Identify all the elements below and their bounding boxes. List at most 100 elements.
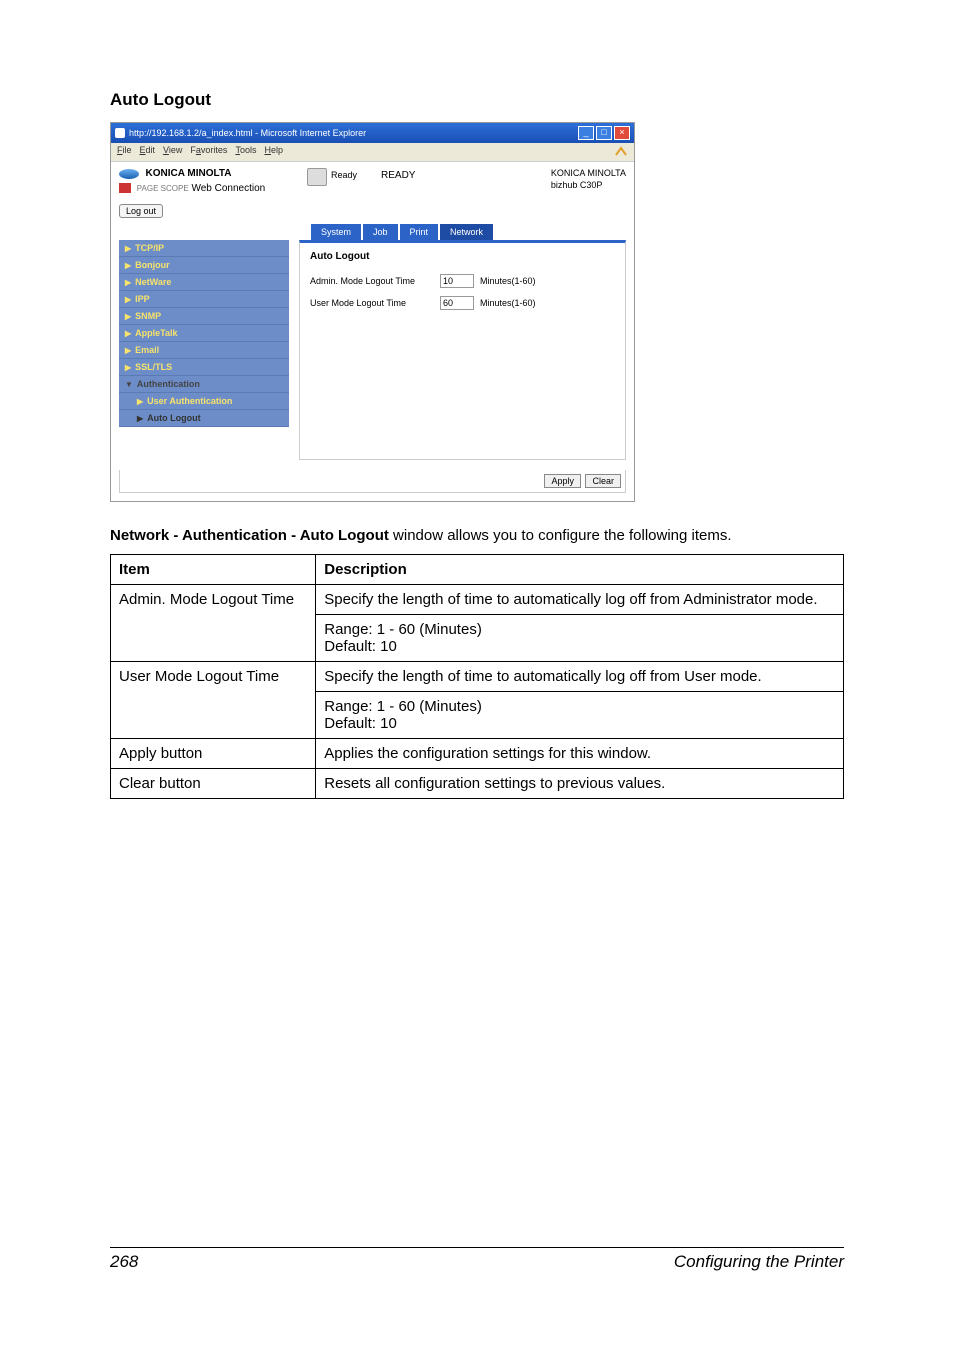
admin-logout-input[interactable] [440,274,474,288]
menubar: File Edit View Favorites Tools Help [111,143,634,162]
user-logout-unit: Minutes(1-60) [480,298,536,308]
user-logout-input[interactable] [440,296,474,310]
td-range: Range: 1 - 60 (Minutes) Default: 10 [316,692,844,739]
km-logo-icon [119,169,139,179]
clear-button[interactable]: Clear [585,474,621,488]
minimize-button[interactable]: _ [578,126,594,140]
menu-file[interactable]: File [117,145,132,159]
tab-system[interactable]: System [311,224,361,240]
td-item: Clear button [111,769,316,799]
sidebar-item-email[interactable]: ▶ Email [119,342,289,359]
page-number: 268 [110,1252,138,1272]
maximize-button[interactable]: □ [596,126,612,140]
td-item: User Mode Logout Time [111,662,316,739]
footer-title: Configuring the Printer [674,1252,844,1272]
arrow-icon: ▶ [137,414,143,423]
arrow-icon: ▶ [125,329,131,338]
sidebar-item-ipp[interactable]: ▶ IPP [119,291,289,308]
menu-favorites[interactable]: Favorites [190,145,227,159]
device-info: KONICA MINOLTA bizhub C30P [551,168,626,194]
browser-throbber-icon [614,145,628,159]
brand-text: KONICA MINOLTA [146,168,232,179]
sidebar-label: SSL/TLS [135,362,172,372]
panel-auto-logout: Auto Logout Admin. Mode Logout Time Minu… [299,240,626,460]
ie-icon [115,128,125,138]
panel-buttons: Apply Clear [119,470,626,493]
default-line: Default: 10 [324,638,835,655]
sidebar: ▶ TCP/IP ▶ Bonjour ▶ NetWare ▶ IPP ▶ SNMP ▶ Ap… [119,240,289,460]
sidebar-label: IPP [135,294,150,304]
tabs: System Job Print Network [311,224,626,240]
sidebar-item-bonjour[interactable]: ▶ Bonjour [119,257,289,274]
sidebar-label: User Authentication [147,396,232,406]
td-item: Admin. Mode Logout Time [111,585,316,662]
arrow-icon: ▶ [125,261,131,270]
menu-help[interactable]: Help [264,145,283,159]
sidebar-label: Auto Logout [147,413,200,423]
page-footer: 268 Configuring the Printer [110,1247,844,1272]
pagescope-prefix: PAGE SCOPE [137,184,189,193]
arrow-icon: ▶ [125,278,131,287]
caption-rest: window allows you to configure the follo… [389,527,732,544]
panel-title: Auto Logout [310,251,615,262]
pagescope-icon [119,183,131,193]
sidebar-label: Email [135,345,159,355]
description-table: Item Description Admin. Mode Logout Time… [110,554,844,799]
menu-tools[interactable]: Tools [235,145,256,159]
sidebar-label: NetWare [135,277,171,287]
sidebar-item-ssltls[interactable]: ▶ SSL/TLS [119,359,289,376]
device-brand: KONICA MINOLTA [551,168,626,180]
sidebar-sub-auto-logout[interactable]: ▶ Auto Logout [119,410,289,427]
default-line: Default: 10 [324,715,835,732]
apply-button[interactable]: Apply [544,474,581,488]
td-desc: Applies the configuration settings for t… [316,739,844,769]
arrow-icon: ▶ [125,346,131,355]
sidebar-item-tcpip[interactable]: ▶ TCP/IP [119,240,289,257]
webconnection-text: Web Connection [191,183,265,194]
sidebar-label: AppleTalk [135,328,177,338]
td-range: Range: 1 - 60 (Minutes) Default: 10 [316,615,844,662]
sidebar-sub-user-auth[interactable]: ▶User Authentication [119,393,289,410]
brand-row: KONICA MINOLTA [119,168,299,179]
arrow-icon: ▶ [125,244,131,253]
sidebar-label: SNMP [135,311,161,321]
device-model: bizhub C30P [551,180,626,192]
arrow-down-icon: ▼ [125,380,133,389]
caption-bold: Network - Authentication - Auto Logout [110,527,389,544]
arrow-icon: ▶ [125,312,131,321]
logout-button[interactable]: Log out [119,204,163,218]
menu-edit[interactable]: Edit [140,145,156,159]
status-ready-big: READY [381,170,415,181]
td-desc: Specify the length of time to automatica… [316,662,844,692]
arrow-icon: ▶ [125,295,131,304]
sidebar-label: TCP/IP [135,243,164,253]
range-line: Range: 1 - 60 (Minutes) [324,621,835,638]
sidebar-item-appletalk[interactable]: ▶ AppleTalk [119,325,289,342]
status-ready-small: Ready [331,170,357,180]
td-desc: Resets all configuration settings to pre… [316,769,844,799]
menu-view[interactable]: View [163,145,182,159]
tab-job[interactable]: Job [363,224,398,240]
sidebar-item-netware[interactable]: ▶ NetWare [119,274,289,291]
sidebar-label: Bonjour [135,260,170,270]
arrow-icon: ▶ [125,363,131,372]
admin-logout-label: Admin. Mode Logout Time [310,276,440,286]
td-desc: Specify the length of time to automatica… [316,585,844,615]
th-item: Item [111,555,316,585]
window-titlebar: http://192.168.1.2/a_index.html - Micros… [111,123,634,143]
tab-network[interactable]: Network [440,224,493,240]
browser-window: http://192.168.1.2/a_index.html - Micros… [110,122,635,502]
section-heading: Auto Logout [110,90,844,110]
sidebar-label: Authentication [137,379,200,389]
sidebar-item-authentication[interactable]: ▼ Authentication [119,376,289,393]
sidebar-item-snmp[interactable]: ▶ SNMP [119,308,289,325]
webconnection-row: PAGE SCOPE Web Connection [119,183,299,194]
close-button[interactable]: × [614,126,630,140]
td-item: Apply button [111,739,316,769]
range-line: Range: 1 - 60 (Minutes) [324,698,835,715]
caption-paragraph: Network - Authentication - Auto Logout w… [110,526,844,546]
tab-print[interactable]: Print [400,224,439,240]
th-description: Description [316,555,844,585]
admin-logout-unit: Minutes(1-60) [480,276,536,286]
window-title: http://192.168.1.2/a_index.html - Micros… [129,128,578,138]
